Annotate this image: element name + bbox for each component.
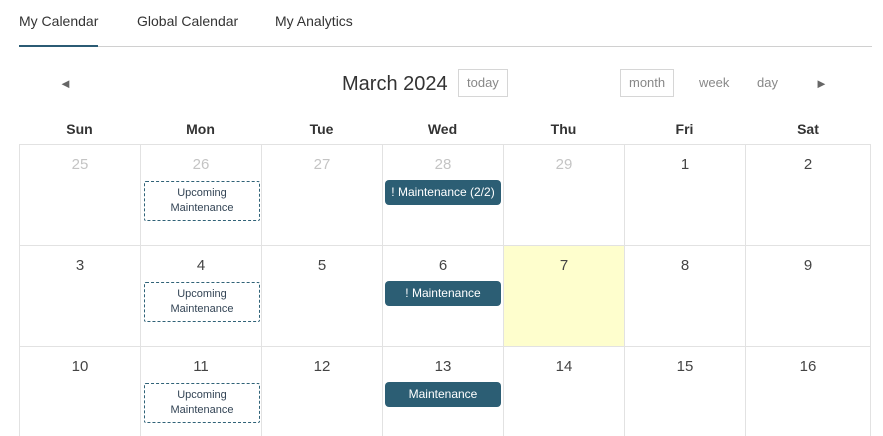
day-cell[interactable]: 12 bbox=[261, 346, 382, 436]
day-cell[interactable]: 5 bbox=[261, 245, 382, 346]
weekday-label: Tue bbox=[309, 121, 334, 137]
day-number[interactable]: 29 bbox=[504, 145, 624, 175]
weeks-container: 25 26 Upcoming Maintenance 27 28! Maintenanc… bbox=[19, 144, 871, 436]
day-cell[interactable]: 11 Upcoming Maintenance bbox=[140, 346, 261, 436]
month-view-button[interactable]: month bbox=[620, 69, 675, 97]
day-cell[interactable]: 1 bbox=[624, 144, 745, 245]
day-cell[interactable]: 8 bbox=[624, 245, 745, 346]
tab-my-analytics[interactable]: My Analytics bbox=[275, 13, 353, 29]
day-number[interactable]: 5 bbox=[262, 246, 382, 276]
tab-bar: My Calendar Global Calendar My Analytics bbox=[19, 0, 872, 47]
day-cell[interactable]: 2 bbox=[745, 144, 871, 245]
day-cell[interactable]: 3 bbox=[19, 245, 140, 346]
next-month-icon[interactable]: ► bbox=[815, 76, 828, 92]
day-number[interactable]: 1 bbox=[625, 145, 745, 175]
day-cell[interactable]: 27 bbox=[261, 144, 382, 245]
day-number[interactable]: 2 bbox=[746, 145, 870, 175]
day-number[interactable]: 15 bbox=[625, 347, 745, 377]
tab-global-calendar[interactable]: Global Calendar bbox=[137, 13, 238, 29]
prev-month-icon[interactable]: ◄ bbox=[59, 76, 72, 92]
day-number[interactable]: 8 bbox=[625, 246, 745, 276]
upcoming-event[interactable]: Upcoming Maintenance bbox=[144, 383, 260, 423]
weekday-label: Wed bbox=[427, 121, 458, 137]
day-cell[interactable]: 14 bbox=[503, 346, 624, 436]
day-cell[interactable]: 16 bbox=[745, 346, 871, 436]
day-number[interactable]: 10 bbox=[20, 347, 140, 377]
day-number[interactable]: 7 bbox=[504, 246, 624, 276]
day-cell[interactable]: 26 Upcoming Maintenance bbox=[140, 144, 261, 245]
tab-my-calendar[interactable]: My Calendar bbox=[19, 13, 99, 47]
day-number[interactable]: 9 bbox=[746, 246, 870, 276]
day-number[interactable]: 3 bbox=[20, 246, 140, 276]
week-row: 25 26 Upcoming Maintenance 27 28 ! Maintenanc… bbox=[19, 144, 871, 245]
weekday-header: Sun Mon Tue Wed Thu Fri Sat bbox=[19, 115, 871, 144]
month-grid: Sun Mon Tue Wed Thu Fri Sat 25 26 Upcoming… bbox=[19, 115, 871, 436]
weekday-label: Sat bbox=[797, 121, 819, 137]
weekday-label: Mon bbox=[186, 121, 215, 137]
day-cell[interactable]: 28 ! Maintenance (2/2) bbox=[382, 144, 503, 245]
day-number[interactable]: 12 bbox=[262, 347, 382, 377]
day-number[interactable]: 28 bbox=[383, 145, 503, 175]
day-cell[interactable]: 15 bbox=[624, 346, 745, 436]
day-cell[interactable]: 6 ! Maintenance bbox=[382, 245, 503, 346]
weekday-label: Sun bbox=[66, 121, 93, 137]
week-view-button[interactable]: week bbox=[690, 69, 738, 97]
day-number[interactable]: 27 bbox=[262, 145, 382, 175]
upcoming-event[interactable]: Upcoming Maintenance bbox=[144, 282, 260, 322]
maintenance-event[interactable]: ! Maintenance (2/2) bbox=[385, 180, 501, 205]
day-view-button[interactable]: day bbox=[748, 69, 787, 97]
weekday-label: Thu bbox=[550, 121, 577, 137]
day-number[interactable]: 14 bbox=[504, 347, 624, 377]
day-number[interactable]: 25 bbox=[20, 145, 140, 175]
day-cell[interactable]: 25 bbox=[19, 144, 140, 245]
day-cell[interactable]: 10 bbox=[19, 346, 140, 436]
weekday-label: Fri bbox=[675, 121, 694, 137]
maintenance-event[interactable]: ! Maintenance bbox=[385, 281, 501, 306]
week-row: 3 4 Upcoming Maintenance 5 6 ! Maintenance 7 8 9 bbox=[19, 245, 871, 346]
calendar-title: March 2024 bbox=[342, 73, 448, 95]
day-number[interactable]: 26 bbox=[141, 145, 261, 175]
day-number[interactable]: 13 bbox=[383, 347, 503, 377]
day-cell[interactable]: 29 bbox=[503, 144, 624, 245]
day-number[interactable]: 4 bbox=[141, 246, 261, 276]
week-row: 10 11 Upcoming Maintenance 12 13 Maintenance 1… bbox=[19, 346, 871, 436]
day-number[interactable]: 16 bbox=[746, 347, 870, 377]
day-cell-today[interactable]: 7 bbox=[503, 245, 624, 346]
today-button[interactable]: today bbox=[458, 69, 508, 97]
maintenance-event[interactable]: Maintenance bbox=[385, 382, 501, 407]
upcoming-event[interactable]: Upcoming Maintenance bbox=[144, 181, 260, 221]
day-cell[interactable]: 13 Maintenance bbox=[382, 346, 503, 436]
day-number[interactable]: 6 bbox=[383, 246, 503, 276]
day-number[interactable]: 11 bbox=[141, 347, 261, 377]
day-cell[interactable]: 4 Upcoming Maintenance bbox=[140, 245, 261, 346]
day-cell[interactable]: 9 bbox=[745, 245, 871, 346]
